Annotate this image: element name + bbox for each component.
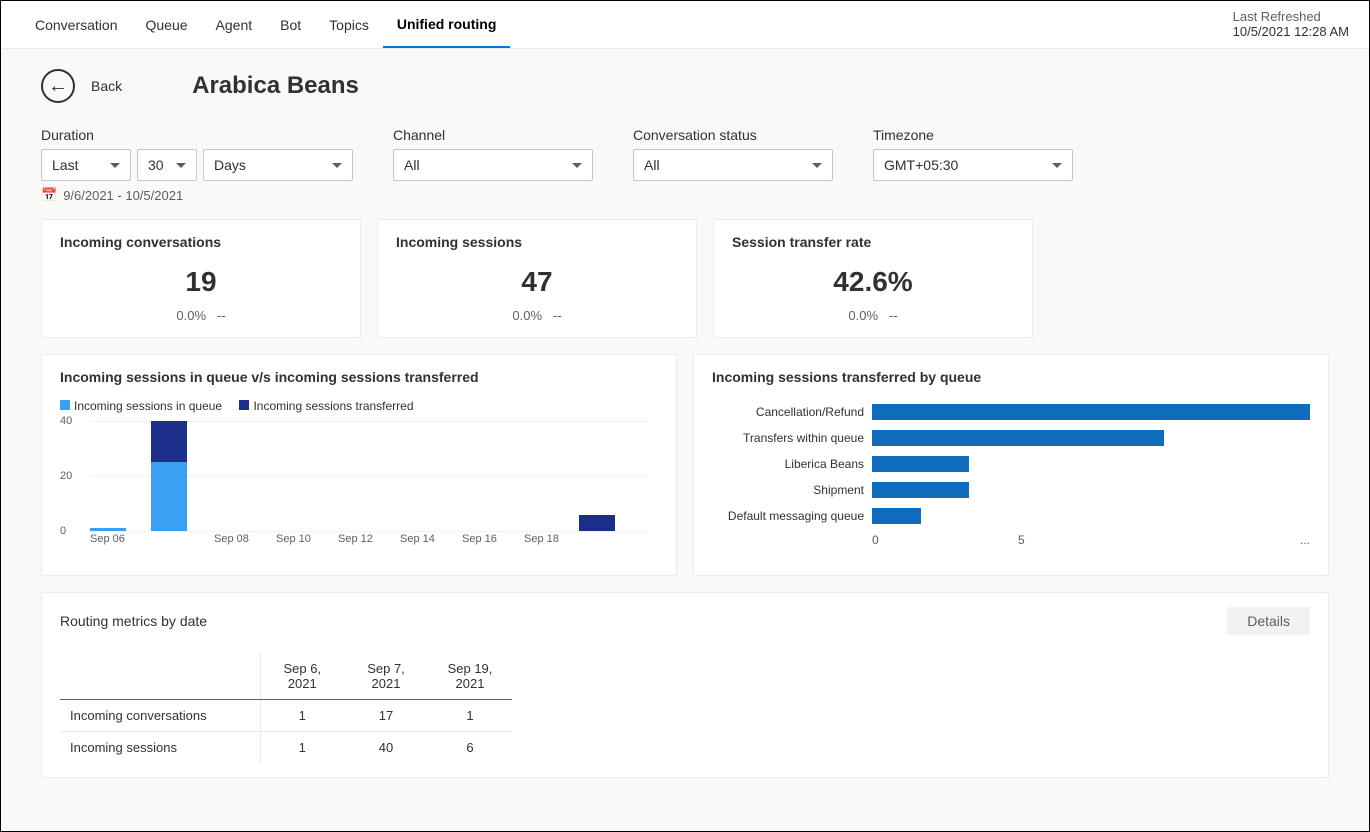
kpi-incoming-sessions: Incoming sessions 47 0.0% -- (377, 219, 697, 338)
duration-count-select[interactable]: 30 (137, 149, 197, 181)
tab-queue[interactable]: Queue (132, 3, 202, 47)
conv-status-label: Conversation status (633, 127, 833, 143)
bar-segment (151, 462, 187, 531)
hbar-fill (872, 456, 969, 472)
last-refreshed: Last Refreshed 10/5/2021 12:28 AM (1233, 9, 1349, 39)
tab-topics[interactable]: Topics (315, 3, 383, 47)
back-label: Back (91, 78, 122, 94)
hbar-label: Default messaging queue (712, 509, 872, 523)
tab-unified-routing[interactable]: Unified routing (383, 2, 511, 48)
tab-bot[interactable]: Bot (266, 3, 315, 47)
legend-swatch-in-queue (60, 400, 70, 410)
chart-transferred-by-queue: Incoming sessions transferred by queue C… (693, 354, 1329, 576)
kpi-session-transfer-rate-value: 42.6% (732, 266, 1014, 298)
hbar-fill (872, 482, 969, 498)
page-title: Arabica Beans (192, 72, 359, 100)
hbar-label: Liberica Beans (712, 457, 872, 471)
kpi-incoming-conversations: Incoming conversations 19 0.0% -- (41, 219, 361, 338)
kpi-incoming-sessions-value: 47 (396, 266, 678, 298)
bar-segment (151, 421, 187, 462)
tab-conversation[interactable]: Conversation (21, 3, 132, 47)
channel-label: Channel (393, 127, 593, 143)
hbar-fill (872, 430, 1164, 446)
duration-mode-select[interactable]: Last (41, 149, 131, 181)
routing-metrics-table: Sep 6, 2021Sep 7, 2021Sep 19, 2021 Incom… (60, 653, 512, 763)
last-refreshed-value: 10/5/2021 12:28 AM (1233, 24, 1349, 39)
channel-select[interactable]: All (393, 149, 593, 181)
timezone-select[interactable]: GMT+05:30 (873, 149, 1073, 181)
bar-segment (90, 528, 126, 531)
hbar-fill (872, 508, 921, 524)
tab-agent[interactable]: Agent (202, 3, 267, 47)
details-button[interactable]: Details (1227, 607, 1310, 635)
table-row: Incoming conversations1171 (60, 700, 512, 732)
timezone-label: Timezone (873, 127, 1073, 143)
bar-segment (579, 515, 615, 532)
conv-status-select[interactable]: All (633, 149, 833, 181)
table-row: Incoming sessions1406 (60, 732, 512, 764)
date-range-text: 9/6/2021 - 10/5/2021 (63, 188, 183, 203)
legend-swatch-transferred (239, 400, 249, 410)
back-arrow-icon: ← (41, 69, 75, 103)
hbar-label: Shipment (712, 483, 872, 497)
chart-sessions-vs-transferred: Incoming sessions in queue v/s incoming … (41, 354, 677, 576)
tab-bar: Conversation Queue Agent Bot Topics Unif… (1, 1, 1369, 49)
routing-metrics-table-card: Routing metrics by date Details Sep 6, 2… (41, 592, 1329, 778)
calendar-icon: 📅 (41, 187, 57, 203)
hbar-label: Cancellation/Refund (712, 405, 872, 419)
kpi-incoming-conversations-value: 19 (60, 266, 342, 298)
kpi-session-transfer-rate: Session transfer rate 42.6% 0.0% -- (713, 219, 1033, 338)
back-button[interactable]: ← Back (41, 69, 122, 103)
duration-unit-select[interactable]: Days (203, 149, 353, 181)
duration-label: Duration (41, 127, 353, 143)
hbar-fill (872, 404, 1310, 420)
hbar-label: Transfers within queue (712, 431, 872, 445)
